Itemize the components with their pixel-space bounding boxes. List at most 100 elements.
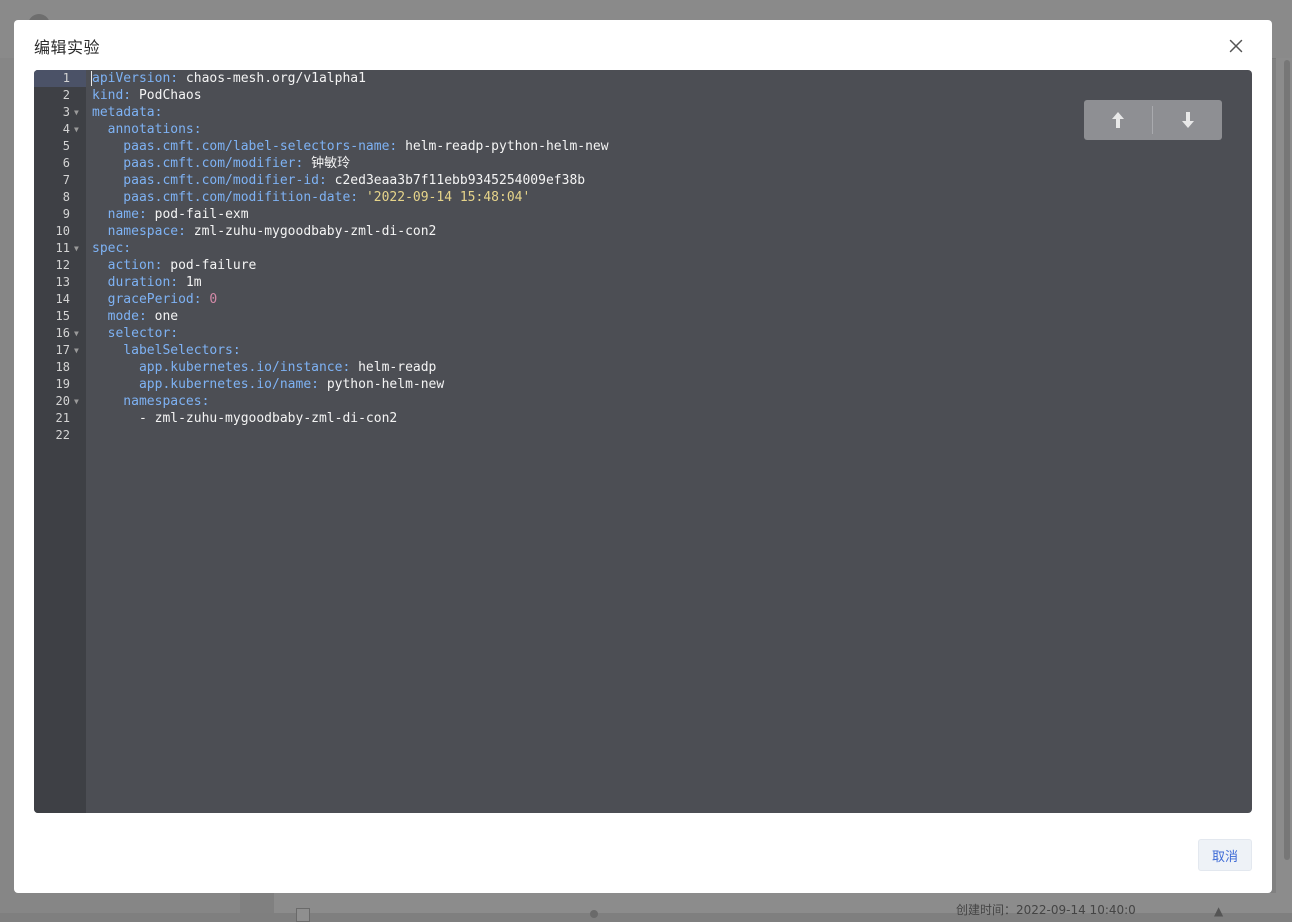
code-text: name: pod-fail-exm xyxy=(92,206,249,223)
yaml-key: action: xyxy=(92,258,171,273)
code-line[interactable]: 11 ▼ spec: xyxy=(34,240,1252,257)
code-line[interactable]: 10 namespace: zml-zuhu-mygoodbaby-zml-di… xyxy=(34,223,1252,240)
yaml-value: python-helm-new xyxy=(326,377,445,392)
fold-toggle-icon[interactable]: ▼ xyxy=(74,121,79,138)
line-number: 3 xyxy=(62,105,70,119)
code-line[interactable]: 6 paas.cmft.com/modifier: 钟敏玲 xyxy=(34,155,1252,172)
edit-experiment-modal: 编辑实验 1 apiVersion: chaos-mesh.org/v1alpha… xyxy=(14,20,1272,893)
fold-toggle-icon[interactable]: ▼ xyxy=(74,325,79,342)
yaml-value: 钟敏玲 xyxy=(311,156,351,171)
yaml-key: annotations: xyxy=(92,122,202,137)
code-line[interactable]: 4 ▼ annotations: xyxy=(34,121,1252,138)
yaml-key: mode: xyxy=(92,309,155,324)
page-scrollbar-thumb[interactable] xyxy=(1284,60,1290,860)
cancel-button[interactable]: 取消 xyxy=(1198,839,1252,871)
yaml-key: namespaces: xyxy=(92,394,210,409)
close-button[interactable] xyxy=(1226,36,1246,56)
code-text: selector: xyxy=(92,325,178,342)
yaml-key: duration: xyxy=(92,275,186,290)
yaml-key: gracePeriod: xyxy=(92,292,210,307)
code-text: paas.cmft.com/modifition-date: '2022-09-… xyxy=(92,189,530,206)
code-text: paas.cmft.com/modifier-id: c2ed3eaa3b7f1… xyxy=(92,172,585,189)
code-line[interactable]: 1 apiVersion: chaos-mesh.org/v1alpha1 xyxy=(34,70,1252,87)
code-text: apiVersion: chaos-mesh.org/v1alpha1 xyxy=(92,70,366,87)
yaml-key: apiVersion: xyxy=(92,71,186,86)
yaml-key: paas.cmft.com/label-selectors-name: xyxy=(92,139,406,154)
line-number: 10 xyxy=(55,224,70,238)
code-line[interactable]: 19 app.kubernetes.io/name: python-helm-n… xyxy=(34,376,1252,393)
line-number: 16 xyxy=(55,326,70,340)
code-line[interactable]: 16 ▼ selector: xyxy=(34,325,1252,342)
line-number: 8 xyxy=(62,190,70,204)
yaml-value: helm-readp-python-helm-new xyxy=(405,139,609,154)
code-text: kind: PodChaos xyxy=(92,87,202,104)
fold-toggle-icon[interactable]: ▼ xyxy=(74,393,79,410)
yaml-key: app.kubernetes.io/instance: xyxy=(92,360,359,375)
yaml-key: kind: xyxy=(92,88,139,103)
code-line[interactable]: 7 paas.cmft.com/modifier-id: c2ed3eaa3b7… xyxy=(34,172,1252,189)
background-status-dot xyxy=(590,910,598,918)
yaml-key: app.kubernetes.io/name: xyxy=(92,377,327,392)
code-line[interactable]: 14 gracePeriod: 0 xyxy=(34,291,1252,308)
code-text: action: pod-failure xyxy=(92,257,257,274)
code-line[interactable]: 3 ▼ metadata: xyxy=(34,104,1252,121)
fold-toggle-icon[interactable]: ▼ xyxy=(74,240,79,257)
yaml-key: spec: xyxy=(92,241,132,256)
fold-toggle-icon[interactable]: ▼ xyxy=(74,104,79,121)
code-text: namespace: zml-zuhu-mygoodbaby-zml-di-co… xyxy=(92,223,437,240)
code-line[interactable]: 18 app.kubernetes.io/instance: helm-read… xyxy=(34,359,1252,376)
yaml-value: '2022-09-14 15:48:04' xyxy=(365,190,531,205)
code-line[interactable]: 8 paas.cmft.com/modifition-date: '2022-0… xyxy=(34,189,1252,206)
code-text: gracePeriod: 0 xyxy=(92,291,218,308)
line-number: 20 xyxy=(55,394,70,408)
code-text: duration: 1m xyxy=(92,274,202,291)
arrow-down-icon xyxy=(1182,112,1194,128)
line-number: 18 xyxy=(55,360,70,374)
close-icon xyxy=(1229,39,1243,53)
text-cursor xyxy=(91,71,92,86)
nav-divider xyxy=(1152,106,1153,134)
line-number: 22 xyxy=(55,428,70,442)
code-line[interactable]: 13 duration: 1m xyxy=(34,274,1252,291)
yaml-value: pod-fail-exm xyxy=(154,207,249,222)
yaml-value: one xyxy=(154,309,179,324)
background-created-time: 创建时间：2022-09-14 10:40:0 xyxy=(956,903,1136,917)
code-line[interactable]: 12 action: pod-failure xyxy=(34,257,1252,274)
code-line[interactable]: 9 name: pod-fail-exm xyxy=(34,206,1252,223)
code-text: paas.cmft.com/modifier: 钟敏玲 xyxy=(92,155,350,172)
yaml-key: metadata: xyxy=(92,105,163,120)
yaml-value: 1m xyxy=(185,275,202,290)
code-text: mode: one xyxy=(92,308,178,325)
code-line[interactable]: 17 ▼ labelSelectors: xyxy=(34,342,1252,359)
scroll-to-bottom-button[interactable] xyxy=(1154,100,1222,140)
code-line[interactable]: 15 mode: one xyxy=(34,308,1252,325)
line-number: 11 xyxy=(55,241,70,255)
line-number: 4 xyxy=(62,122,70,136)
line-number: 14 xyxy=(55,292,70,306)
line-number: 7 xyxy=(62,173,70,187)
editor-navigation xyxy=(1084,100,1222,140)
yaml-key: paas.cmft.com/modifition-date: xyxy=(92,190,366,205)
code-text: - zml-zuhu-mygoodbaby-zml-di-con2 xyxy=(92,410,397,427)
line-number: 9 xyxy=(62,207,70,221)
code-line[interactable]: 5 paas.cmft.com/label-selectors-name: he… xyxy=(34,138,1252,155)
arrow-up-icon xyxy=(1112,112,1124,128)
line-number: 5 xyxy=(62,139,70,153)
yaml-key: name: xyxy=(92,207,155,222)
background-checkbox xyxy=(296,908,310,922)
line-number: 17 xyxy=(55,343,70,357)
code-line[interactable]: 21 - zml-zuhu-mygoodbaby-zml-di-con2 xyxy=(34,410,1252,427)
code-line[interactable]: 20 ▼ namespaces: xyxy=(34,393,1252,410)
yaml-value: c2ed3eaa3b7f11ebb9345254009ef38b xyxy=(334,173,586,188)
scroll-to-top-button[interactable] xyxy=(1084,100,1152,140)
fold-toggle-icon[interactable]: ▼ xyxy=(74,342,79,359)
yaml-value: zml-zuhu-mygoodbaby-zml-di-con2 xyxy=(193,224,437,239)
line-number: 1 xyxy=(62,71,70,85)
yaml-code-editor[interactable]: 1 apiVersion: chaos-mesh.org/v1alpha1 2 kin… xyxy=(34,70,1252,813)
code-line[interactable]: 2 kind: PodChaos xyxy=(34,87,1252,104)
code-line[interactable]: 22 xyxy=(34,427,1252,444)
code-text: annotations: xyxy=(92,121,202,138)
yaml-key: paas.cmft.com/modifier-id: xyxy=(92,173,335,188)
code-text: metadata: xyxy=(92,104,162,121)
line-number: 2 xyxy=(62,88,70,102)
